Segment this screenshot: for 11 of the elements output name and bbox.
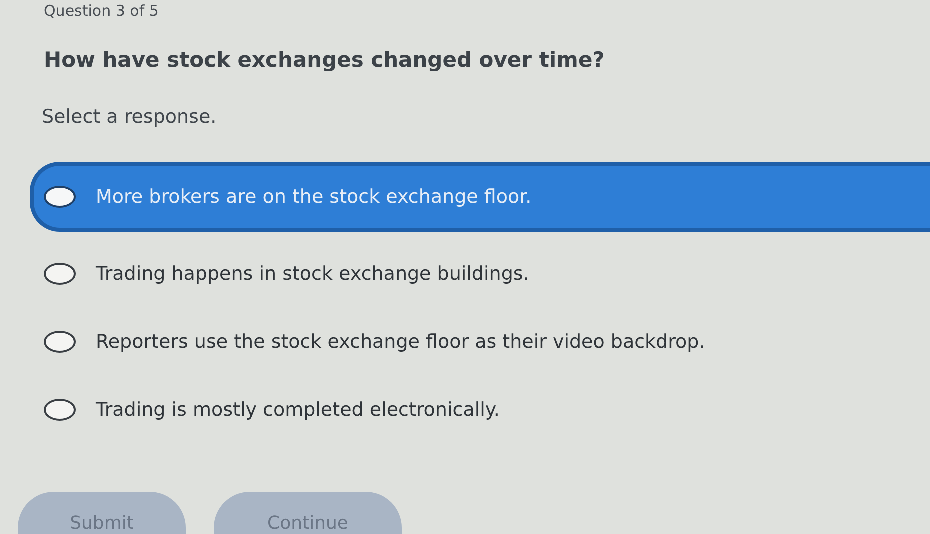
highlighted-answer-option[interactable]: More brokers are on the stock exchange floor. [30,162,930,232]
radio-button[interactable] [44,186,76,208]
radio-button[interactable] [44,331,76,353]
radio-button[interactable] [44,263,76,285]
radio-button[interactable] [44,399,76,421]
question-counter: Question 3 of 5 [44,2,160,20]
question-text: How have stock exchanges changed over time? [44,48,606,72]
answer-option[interactable]: Trading happens in stock exchange buildings. [44,240,930,308]
instruction-text: Select a response. [42,106,218,128]
answer-option[interactable]: Trading is mostly completed electronically. [44,376,930,444]
answer-option[interactable]: Reporters use the stock exchange floor as their video backdrop. [44,308,930,376]
